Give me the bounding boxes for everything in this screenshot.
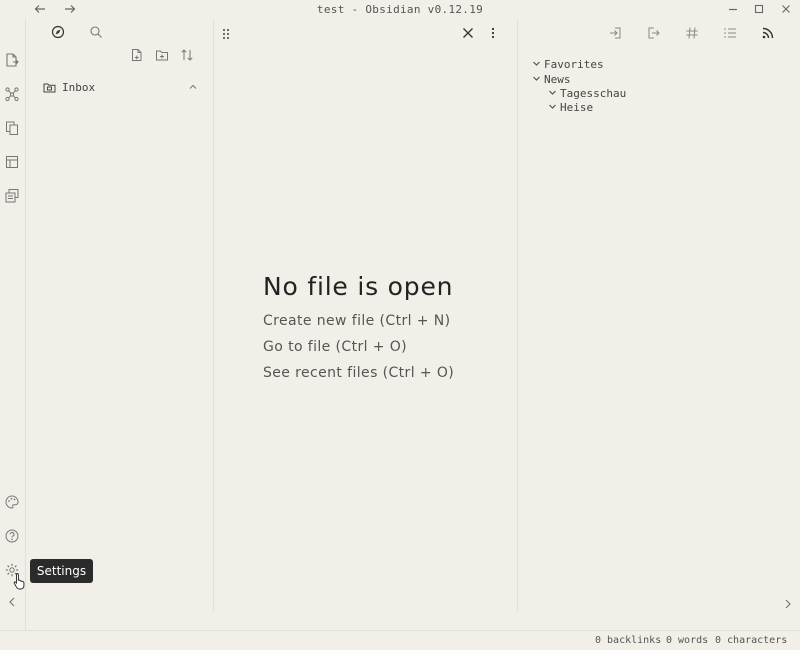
search-icon[interactable] xyxy=(89,25,103,39)
tree-item-favorites[interactable]: Favorites xyxy=(532,58,604,71)
right-sidebar: Favorites News Tagesschau Heise xyxy=(518,19,800,611)
tags-icon[interactable] xyxy=(685,26,699,40)
daily-notes-icon[interactable] xyxy=(4,188,20,204)
status-bar: 0 backlinks 0 words 0 characters xyxy=(0,630,800,650)
tree-item-heise[interactable]: Heise xyxy=(548,101,593,114)
close-window-icon[interactable] xyxy=(779,2,795,18)
graph-view-icon[interactable] xyxy=(4,86,20,102)
chevron-down-icon xyxy=(548,101,560,114)
chevron-up-icon[interactable] xyxy=(188,82,200,94)
tree-item-label: News xyxy=(544,73,571,86)
sort-icon[interactable] xyxy=(180,48,194,62)
drag-handle-icon[interactable] xyxy=(222,28,232,40)
folder-icon xyxy=(43,81,57,95)
copy-icon[interactable] xyxy=(4,120,20,136)
templates-icon[interactable] xyxy=(4,154,20,170)
chevron-down-icon xyxy=(548,87,560,100)
palette-icon[interactable] xyxy=(4,494,20,510)
minimize-icon[interactable] xyxy=(726,2,742,18)
chevron-down-icon xyxy=(532,73,544,86)
maximize-icon[interactable] xyxy=(752,2,768,18)
ribbon xyxy=(0,19,26,630)
open-file-icon[interactable] xyxy=(4,52,20,68)
tree-item-label: Tagesschau xyxy=(560,87,627,100)
close-icon[interactable] xyxy=(461,26,475,40)
title-bar: test - Obsidian v0.12.19 xyxy=(0,0,800,19)
outgoing-links-icon[interactable] xyxy=(647,26,661,40)
tree-item-label: Favorites xyxy=(544,58,604,71)
see-recent-files-link[interactable]: See recent files (Ctrl + O) xyxy=(263,365,454,381)
outline-icon[interactable] xyxy=(723,26,737,40)
collapse-right-icon[interactable] xyxy=(782,597,794,611)
window-title: test - Obsidian v0.12.19 xyxy=(316,3,484,16)
empty-state-title: No file is open xyxy=(263,272,454,301)
file-explorer-icon[interactable] xyxy=(51,25,65,39)
settings-tooltip: Settings xyxy=(30,559,93,583)
more-options-icon[interactable] xyxy=(490,26,498,40)
tree-item-tagesschau[interactable]: Tagesschau xyxy=(548,87,626,100)
go-to-file-link[interactable]: Go to file (Ctrl + O) xyxy=(263,339,407,355)
new-folder-icon[interactable] xyxy=(155,48,169,62)
backlinks-count[interactable]: 0 backlinks xyxy=(595,635,661,646)
word-count: 0 words xyxy=(666,635,709,646)
tree-item-label: Heise xyxy=(560,101,594,114)
left-sidebar: Inbox xyxy=(26,19,214,611)
backlinks-icon[interactable] xyxy=(608,26,622,40)
character-count: 0 characters xyxy=(715,635,788,646)
chevron-down-icon xyxy=(532,58,544,71)
collapse-left-icon[interactable] xyxy=(4,594,20,610)
folder-inbox[interactable]: Inbox xyxy=(43,79,205,97)
tree-item-news[interactable]: News xyxy=(532,73,571,86)
create-new-file-link[interactable]: Create new file (Ctrl + N) xyxy=(263,313,450,329)
help-icon[interactable] xyxy=(4,528,20,544)
rss-icon[interactable] xyxy=(761,26,775,40)
editor-pane: No file is open Create new file (Ctrl + … xyxy=(214,19,518,611)
folder-label: Inbox xyxy=(62,81,96,94)
mouse-cursor-icon xyxy=(13,572,27,590)
new-note-icon[interactable] xyxy=(130,48,144,62)
